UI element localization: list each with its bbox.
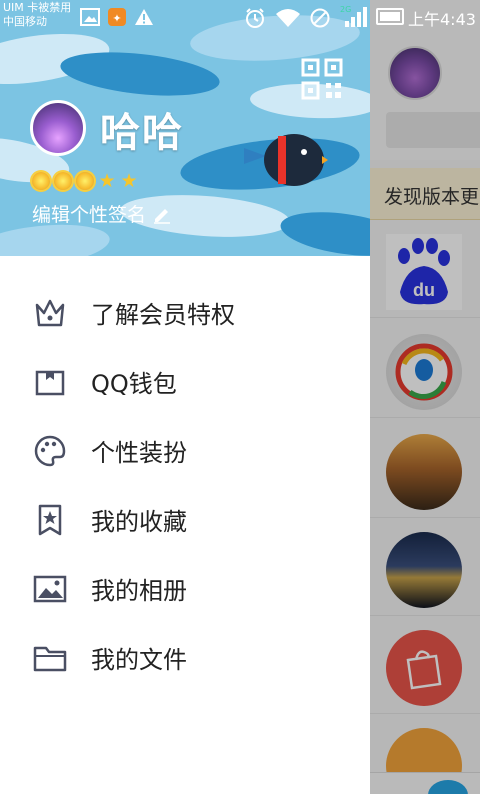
menu-item-label: QQ钱包 [91,370,177,398]
wallet-icon [32,364,68,400]
scrim-overlay[interactable] [370,0,480,794]
drawer-header: 哈哈 ★ ★ 编辑个性签名 [0,0,370,256]
clock: 上午4:43 [408,10,476,29]
folder-icon [32,640,68,676]
status-bar: UIM 卡被禁用 中国移动 ✦ 2G 上午4:43 [0,0,480,34]
carrier-line2: 中国移动 [3,15,47,28]
signature-label: 编辑个性签名 [32,204,147,226]
menu-item-personalize[interactable]: 个性装扮 [0,416,370,485]
battery-icon [376,8,404,25]
level-badges[interactable]: ★ ★ [32,170,138,192]
menu-item-vip-privileges[interactable]: 了解会员特权 [0,278,370,347]
wifi-icon [275,7,301,33]
menu-item-label: 个性装扮 [91,439,187,467]
sun-icon [32,172,50,190]
network-type: 2G [340,5,351,14]
menu-item-label: 我的相册 [91,577,187,605]
side-drawer: 哈哈 ★ ★ 编辑个性签名 了解会员特权 QQ钱包 个性装扮 我的收藏 我的相册… [0,0,370,794]
app-notification-icon: ✦ [107,7,127,31]
sun-icon [54,172,72,190]
palette-icon [32,433,68,469]
carrier-line1: UIM 卡被禁用 [3,1,72,14]
warning-icon [134,7,154,31]
menu-item-label: 我的文件 [91,646,187,674]
menu-item-album[interactable]: 我的相册 [0,554,370,623]
alarm-icon [244,7,266,33]
qr-code-icon[interactable] [301,58,343,100]
penguin-mascot [244,126,328,190]
svg-text:✦: ✦ [112,12,121,25]
sun-icon [76,172,94,190]
menu-item-favorites[interactable]: 我的收藏 [0,485,370,554]
fish-decoration [58,45,222,103]
bookmark-star-icon [32,502,68,538]
menu-item-label: 了解会员特权 [91,301,235,329]
blocked-icon [309,7,331,33]
image-notification-icon [80,7,100,31]
star-icon: ★ [120,170,138,192]
menu-item-files[interactable]: 我的文件 [0,623,370,692]
star-icon: ★ [98,170,116,192]
fish-decoration [277,205,370,256]
menu-item-label: 我的收藏 [91,508,187,536]
pencil-icon [154,208,171,224]
carrier-info: UIM 卡被禁用 中国移动 [3,1,71,29]
photo-icon [32,571,68,607]
signal-icon: 2G [338,3,368,33]
menu-item-wallet[interactable]: QQ钱包 [0,347,370,416]
drawer-menu: 了解会员特权 QQ钱包 个性装扮 我的收藏 我的相册 我的文件 [0,278,370,692]
edit-signature[interactable]: 编辑个性签名 [32,200,172,227]
user-avatar[interactable] [30,100,86,156]
crown-icon [32,295,68,331]
user-name[interactable]: 哈哈 [100,100,184,158]
